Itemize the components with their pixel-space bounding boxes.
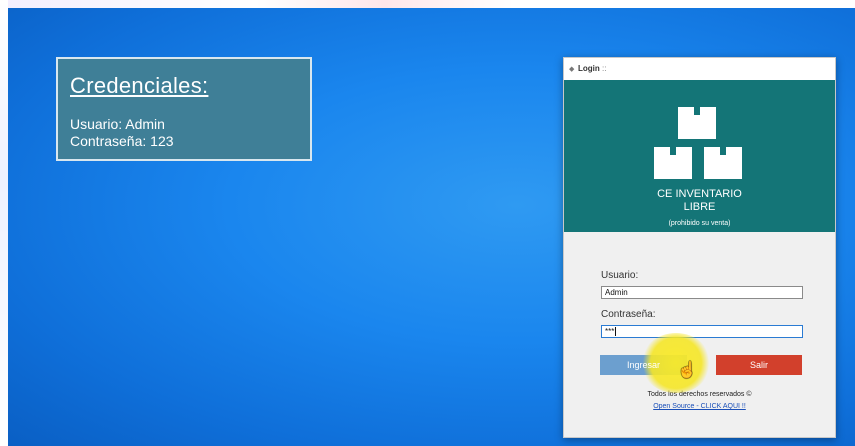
brand-banner: CE INVENTARIO LIBRE (prohibido su venta)	[564, 80, 835, 232]
open-source-link[interactable]: Open Source - CLICK AQUI !!	[564, 403, 835, 410]
brand-note: (prohibido su venta)	[668, 220, 731, 227]
exit-button-label: Salir	[749, 360, 768, 370]
login-titlebar[interactable]: ◆ Login ::	[564, 58, 835, 80]
box-icon	[678, 107, 716, 139]
text-caret	[615, 327, 617, 337]
exit-button[interactable]: Salir	[716, 355, 802, 375]
brand-name-line1: CE INVENTARIO	[657, 188, 742, 200]
user-input[interactable]: Admin	[601, 286, 803, 299]
box-icon	[704, 147, 742, 179]
user-input-value: Admin	[605, 288, 628, 297]
password-label: Contraseña:	[601, 309, 656, 320]
login-window-title: Login	[578, 64, 600, 73]
credentials-user: Usuario: Admin	[70, 116, 165, 132]
window-icon: ◆	[569, 66, 575, 73]
credentials-box: Credenciales: Usuario: Admin Contraseña:…	[56, 57, 312, 161]
password-input[interactable]: ***	[601, 325, 803, 338]
credentials-password: Contraseña: 123	[70, 133, 174, 149]
rights-text: Todos los derechos reservados ©	[647, 391, 752, 398]
login-button-label: Ingresar	[626, 360, 661, 370]
box-icon	[654, 147, 692, 179]
credentials-title: Credenciales:	[70, 73, 209, 98]
login-window-title-suffix: ::	[602, 64, 607, 73]
hand-cursor-icon: ☝	[677, 362, 697, 379]
top-border	[0, 0, 855, 8]
password-input-value: ***	[605, 327, 615, 336]
brand-name-line2: LIBRE	[683, 201, 716, 213]
left-border	[0, 0, 8, 446]
user-label: Usuario:	[601, 270, 639, 281]
